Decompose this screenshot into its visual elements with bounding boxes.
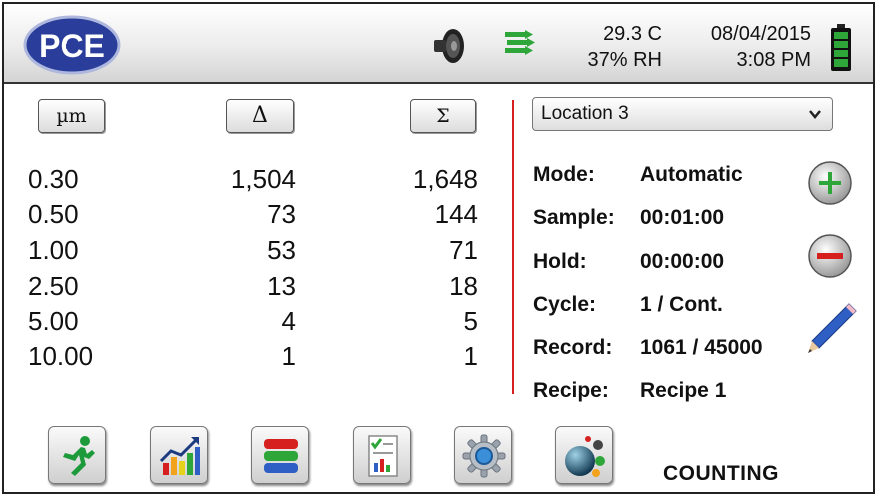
battery-icon bbox=[831, 24, 851, 71]
report-icon bbox=[368, 435, 398, 477]
recipe-label: Recipe: bbox=[533, 379, 609, 402]
run-icon bbox=[63, 436, 95, 476]
time-readout: 3:08 PM bbox=[736, 49, 811, 71]
remove-button[interactable] bbox=[807, 233, 853, 279]
size-cell: 1.00 bbox=[28, 235, 79, 265]
data-transfer-icon bbox=[505, 30, 535, 55]
particles-icon bbox=[565, 436, 605, 477]
sum-cell: 1 bbox=[463, 341, 478, 371]
delta-cell: 13 bbox=[267, 271, 296, 301]
column-sum-button[interactable]: Σ bbox=[410, 99, 476, 133]
delta-cell: 4 bbox=[281, 306, 296, 336]
date-readout: 08/04/2015 bbox=[710, 23, 811, 45]
hold-value: 00:00:00 bbox=[640, 250, 725, 273]
settings-button[interactable] bbox=[454, 426, 512, 484]
delta-cell: 1,504 bbox=[230, 164, 296, 194]
sum-cell: 5 bbox=[463, 306, 478, 336]
size-cell: 0.30 bbox=[28, 164, 79, 194]
sum-cell: 1,648 bbox=[412, 164, 478, 194]
column-size-button[interactable]: µm bbox=[38, 99, 105, 133]
size-cell: 2.50 bbox=[28, 271, 79, 301]
temperature-readout: 29.3 C bbox=[603, 23, 662, 45]
location-value: Location 3 bbox=[541, 103, 629, 124]
humidity-readout: 37% RH bbox=[587, 49, 662, 71]
recipe-value: Recipe 1 bbox=[640, 379, 727, 402]
report-button[interactable] bbox=[353, 426, 411, 484]
particles-button[interactable] bbox=[555, 426, 613, 484]
cycle-value: 1 / Cont. bbox=[640, 293, 723, 316]
hold-label: Hold: bbox=[533, 250, 587, 273]
mode-label: Mode: bbox=[533, 163, 595, 186]
panel-divider bbox=[512, 100, 514, 394]
chevron-down-icon bbox=[809, 110, 821, 119]
size-cell: 5.00 bbox=[28, 306, 79, 336]
svg-text:Inst.: Inst. bbox=[65, 44, 78, 51]
sample-value: 00:01:00 bbox=[640, 206, 725, 229]
chart-button[interactable] bbox=[150, 426, 208, 484]
status-label: COUNTING bbox=[663, 462, 779, 485]
status-bar: PCE Inst. 29.3 C 37% RH 08/04/2015 3:08 … bbox=[4, 4, 873, 84]
run-button[interactable] bbox=[48, 426, 106, 484]
column-delta-button[interactable]: Δ bbox=[226, 99, 294, 133]
delta-cell: 73 bbox=[267, 199, 296, 229]
mode-value: Automatic bbox=[640, 163, 743, 186]
record-label: Record: bbox=[533, 336, 613, 359]
size-cell: 10.00 bbox=[28, 341, 94, 371]
cycle-label: Cycle: bbox=[533, 293, 597, 316]
sum-cell: 144 bbox=[434, 199, 478, 229]
speaker-icon[interactable] bbox=[429, 26, 469, 66]
data-icon bbox=[264, 439, 298, 473]
data-button[interactable] bbox=[251, 426, 309, 484]
sum-cell: 18 bbox=[449, 271, 478, 301]
add-button[interactable] bbox=[807, 160, 853, 206]
delta-cell: 53 bbox=[267, 235, 296, 265]
size-cell: 0.50 bbox=[28, 199, 79, 229]
location-select[interactable]: Location 3 bbox=[532, 97, 833, 131]
record-value: 1061 / 45000 bbox=[640, 336, 763, 359]
chart-icon bbox=[159, 437, 200, 475]
sample-label: Sample: bbox=[533, 206, 615, 229]
pce-logo: PCE Inst. bbox=[23, 15, 121, 75]
sum-cell: 71 bbox=[449, 235, 478, 265]
settings-icon bbox=[462, 434, 506, 478]
delta-cell: 1 bbox=[281, 341, 296, 371]
edit-pencil-icon[interactable] bbox=[804, 300, 860, 358]
